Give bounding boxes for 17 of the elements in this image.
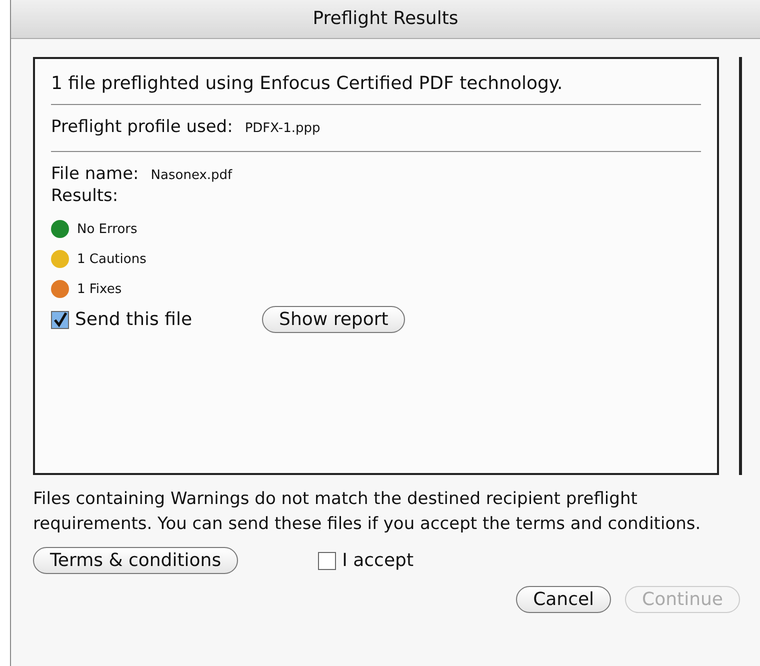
file-name-value: Nasonex.pdf bbox=[150, 168, 232, 183]
result-text: No Errors bbox=[77, 222, 138, 236]
send-file-checkbox[interactable]: Send this file bbox=[51, 309, 192, 330]
accept-checkbox[interactable]: I accept bbox=[318, 550, 414, 571]
result-text: 1 Fixes bbox=[77, 282, 122, 296]
dialog-button[interactable]: Cancel bbox=[516, 586, 612, 613]
terms-button[interactable]: Terms & conditions bbox=[33, 547, 238, 574]
window-title: Preflight Results bbox=[11, 0, 760, 39]
result-text: 1 Cautions bbox=[77, 252, 146, 266]
summary-text: 1 file preflighted using Enfocus Certified PDF technology. bbox=[51, 67, 701, 105]
file-name-label: File name: bbox=[51, 164, 139, 184]
checkmark-icon bbox=[52, 312, 68, 328]
profile-value: PDFX-1.ppp bbox=[244, 121, 320, 136]
results-label: Results: bbox=[51, 186, 120, 206]
profile-label: Preflight profile used: bbox=[51, 117, 233, 137]
notice-text: Files containing Warnings do not match the destined recipient preflight requirements. You can send these files if you accept the terms and conditions. bbox=[33, 488, 702, 536]
show-report-button[interactable]: Show report bbox=[262, 306, 406, 333]
